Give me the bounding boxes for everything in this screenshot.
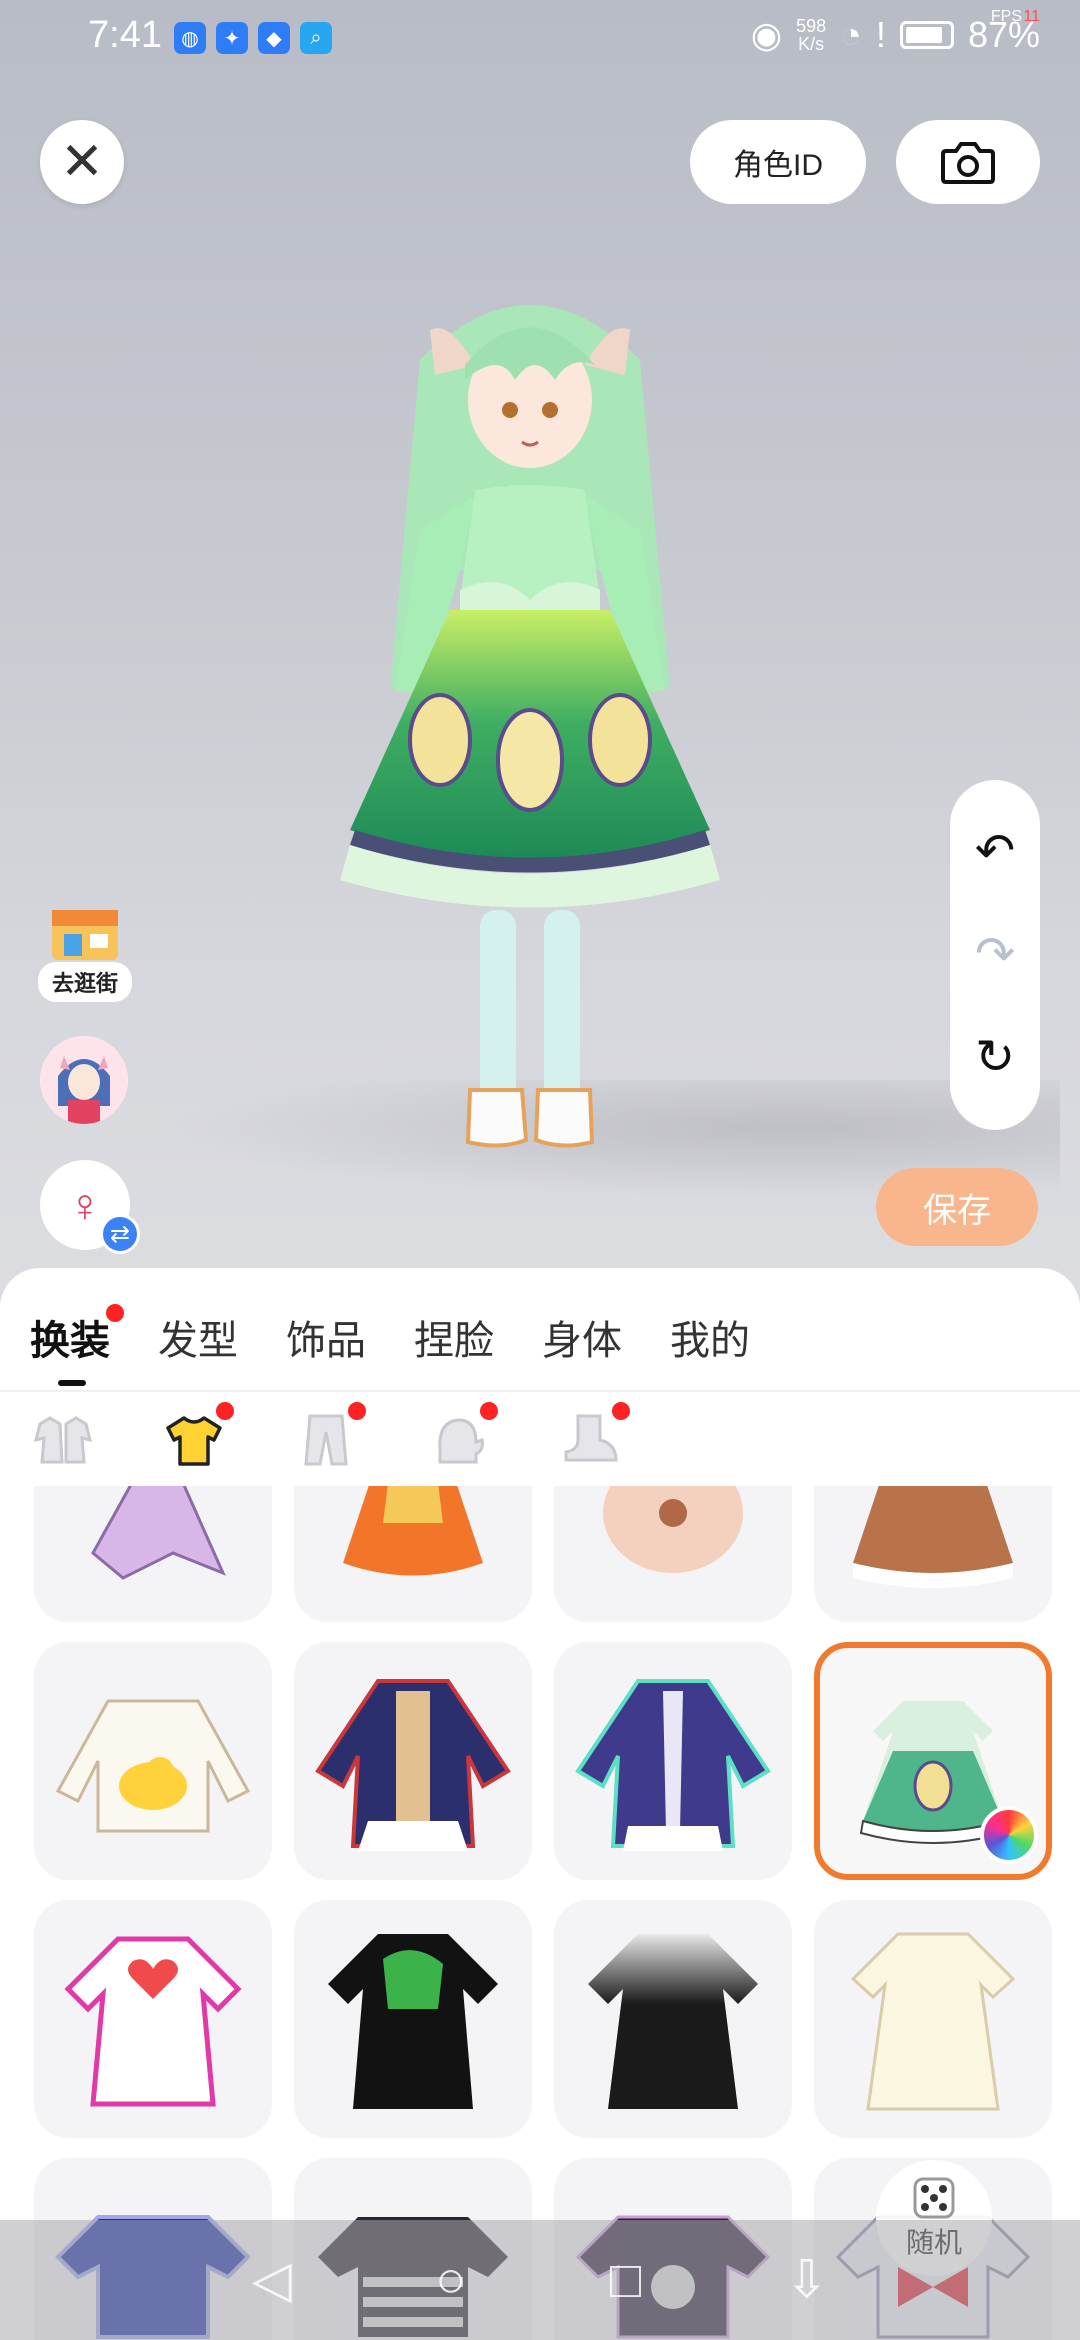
brown-dress-icon	[853, 1486, 1013, 1588]
subcat-top[interactable]	[162, 1402, 234, 1472]
shoe-icon	[564, 1414, 618, 1462]
subcat-suit[interactable]	[30, 1408, 94, 1472]
battery-icon	[899, 21, 954, 49]
avatar-preview-scene[interactable]: 7:41 ◍ ✦ ◆ ⌕ ◉ 598 K/s ◔ ! 87% FPS 11 ✕ …	[0, 0, 1080, 1300]
go-shopping-label: 去逛街	[38, 962, 132, 1002]
active-tab-indicator	[58, 1380, 86, 1386]
outfit-item[interactable]	[814, 1900, 1052, 2138]
outfit-item[interactable]	[34, 1900, 272, 2138]
new-badge	[348, 1402, 366, 1420]
main-tabs: 换装 发型 饰品 捏脸 身体 我的	[30, 1304, 750, 1366]
subcat-pants[interactable]	[294, 1402, 366, 1472]
shield-app-icon: ◆	[258, 22, 290, 54]
subcat-gloves[interactable]	[426, 1402, 498, 1472]
fps-label: FPS	[990, 8, 1022, 25]
system-nav-bar: ◁ ○ □ ⇩	[0, 2220, 1080, 2340]
speed-unit: K/s	[798, 34, 825, 54]
tab-face-label: 捏脸	[414, 1319, 494, 1363]
outfit-item[interactable]	[294, 1642, 532, 1880]
role-id-label: 角色ID	[733, 149, 823, 182]
new-badge	[216, 1402, 234, 1420]
gradient-dress-icon	[588, 1934, 758, 2109]
outfit-item[interactable]	[294, 1900, 532, 2138]
cream-dress-icon	[850, 1932, 1016, 2111]
camera-button[interactable]	[896, 120, 1040, 204]
hide-nav-icon[interactable]: ⇩	[785, 2250, 829, 2310]
tab-hairstyle-label: 发型	[158, 1319, 238, 1363]
top-icon	[166, 1416, 222, 1466]
dice-icon	[913, 2177, 955, 2219]
avatar-thumbnail-button[interactable]	[40, 1036, 128, 1124]
eye-icon: ◉	[750, 14, 783, 55]
network-speed: 598 K/s	[796, 17, 826, 53]
tab-accessories[interactable]: 饰品	[286, 1308, 366, 1366]
lilac-dress-icon	[91, 1486, 226, 1580]
tab-body[interactable]: 身体	[542, 1308, 622, 1366]
bulb-app-icon: ✦	[216, 22, 248, 54]
close-button[interactable]: ✕	[40, 120, 124, 204]
purple-coat-icon	[575, 1679, 771, 1851]
role-id-button[interactable]: 角色ID	[690, 120, 866, 204]
status-bar: 7:41 ◍ ✦ ◆ ⌕ ◉ 598 K/s ◔ ! 87% FPS 11	[0, 0, 1080, 80]
save-button[interactable]: 保存	[876, 1168, 1038, 1246]
tab-mine-label: 我的	[670, 1319, 750, 1363]
outfit-item[interactable]	[554, 1486, 792, 1622]
navy-coat-icon	[315, 1679, 511, 1851]
subcat-shoes[interactable]	[558, 1402, 630, 1472]
home-icon[interactable]: ○	[435, 2250, 466, 2310]
outfit-item[interactable]	[294, 1486, 532, 1622]
suit-icon	[33, 1416, 92, 1464]
tab-face[interactable]: 捏脸	[414, 1308, 494, 1366]
shop-icon	[52, 910, 118, 960]
history-panel: ↶ ↷ ↻	[950, 780, 1040, 1130]
recent-apps-icon[interactable]: □	[610, 2250, 641, 2310]
tab-accessories-label: 饰品	[286, 1319, 366, 1363]
back-icon[interactable]: ◁	[252, 2250, 292, 2310]
female-icon: ♀	[67, 1179, 103, 1231]
alert-icon: !	[875, 14, 886, 55]
tab-hairstyle[interactable]: 发型	[158, 1308, 238, 1366]
tab-body-label: 身体	[542, 1319, 622, 1363]
orange-gown-icon	[343, 1486, 483, 1576]
outfit-item[interactable]	[34, 1486, 272, 1622]
wifi-icon: ◔	[840, 14, 862, 55]
pink-heart-dress-icon	[64, 1936, 242, 2107]
search-app-icon: ⌕	[300, 22, 332, 54]
avatar-icon	[40, 1036, 128, 1124]
pants-icon	[304, 1414, 348, 1466]
new-badge	[106, 1304, 124, 1322]
outfit-item[interactable]	[814, 1486, 1052, 1622]
swap-icon: ⇄	[100, 1214, 140, 1254]
speed-value: 598	[796, 16, 827, 36]
outfit-item[interactable]	[554, 1642, 792, 1880]
divider	[0, 1390, 1080, 1392]
outfit-item-selected[interactable]	[814, 1642, 1052, 1880]
tab-outfit[interactable]: 换装	[30, 1304, 124, 1366]
new-badge	[480, 1402, 498, 1420]
glove-icon	[438, 1418, 484, 1464]
undo-icon[interactable]: ↶	[975, 827, 1015, 876]
reset-icon[interactable]: ↻	[975, 1034, 1015, 1082]
paw-dress-icon	[603, 1486, 743, 1573]
duck-sweater-icon	[55, 1699, 251, 1833]
tab-outfit-label: 换装	[30, 1319, 110, 1363]
gender-switch-button[interactable]: ♀ ⇄	[40, 1160, 140, 1254]
save-label: 保存	[923, 1191, 991, 1230]
outfit-item[interactable]	[34, 1642, 272, 1880]
close-icon: ✕	[60, 133, 104, 191]
tab-mine[interactable]: 我的	[670, 1308, 750, 1366]
subcategory-bar	[30, 1402, 630, 1472]
color-picker-icon[interactable]	[980, 1806, 1038, 1864]
avatar-character[interactable]	[300, 270, 760, 1190]
black-rock-dress-icon	[328, 1934, 498, 2109]
status-time: 7:41	[88, 14, 162, 56]
outfit-item[interactable]	[554, 1900, 792, 2138]
camera-icon	[941, 142, 995, 184]
fps-value: 11	[1023, 8, 1040, 25]
redo-icon[interactable]: ↷	[975, 930, 1015, 979]
new-badge	[612, 1402, 630, 1420]
go-shopping-button[interactable]: 去逛街	[38, 900, 132, 1002]
browser-app-icon: ◍	[174, 22, 206, 54]
